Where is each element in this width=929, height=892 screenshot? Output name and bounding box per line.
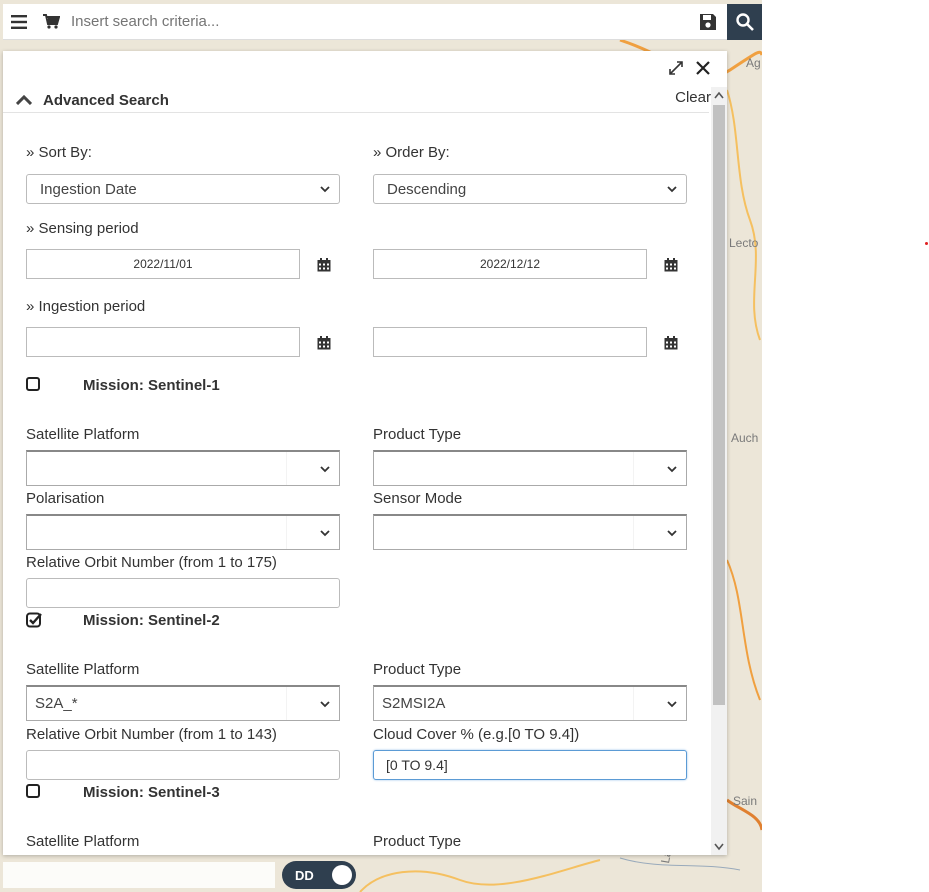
sensing-end-input[interactable]: 2022/12/12 [373, 249, 647, 279]
s1-orbit-label: Relative Orbit Number (from 1 to 175) [26, 554, 277, 571]
s1-platform-select[interactable] [26, 450, 340, 486]
sort-by-select[interactable]: Ingestion Date [26, 174, 340, 204]
dd-toggle-label: DD [295, 867, 314, 883]
s2-product-type-label: Product Type [373, 661, 462, 678]
ingestion-end-input[interactable] [373, 327, 647, 357]
sensing-start-input[interactable]: 2022/11/01 [26, 249, 300, 279]
save-icon[interactable] [689, 4, 727, 40]
chevron-down-icon [667, 530, 677, 537]
s1-sensor-mode-select[interactable] [373, 514, 687, 550]
map-label: Auch [731, 431, 759, 445]
chevron-down-icon [667, 186, 677, 193]
chevron-down-icon [320, 186, 330, 193]
map-marker [925, 242, 928, 245]
s1-orbit-input[interactable] [26, 578, 340, 608]
s1-polarisation-select[interactable] [26, 514, 340, 550]
chevron-down-icon [320, 701, 330, 708]
s1-platform-label: Satellite Platform [26, 426, 140, 443]
panel-scrollbar[interactable] [711, 87, 727, 855]
advanced-search-panel: Advanced Search Clear » Sort By: » Order… [3, 51, 727, 855]
s2-platform-select[interactable]: S2A_* [26, 685, 340, 721]
scroll-thumb[interactable] [713, 105, 725, 705]
coordinate-display [3, 862, 275, 888]
ingestion-start-input[interactable] [26, 327, 300, 357]
s2-orbit-label: Relative Orbit Number (from 1 to 143) [26, 726, 277, 743]
s1-product-type-select[interactable] [373, 450, 687, 486]
mission-sentinel-2-label: Mission: Sentinel-2 [83, 612, 220, 629]
s1-product-type-label: Product Type [373, 426, 462, 443]
mission-sentinel-1-label: Mission: Sentinel-1 [83, 377, 220, 394]
order-by-label: » Order By: [373, 144, 450, 161]
search-bar [3, 3, 727, 40]
map-label: Ag [746, 56, 761, 70]
menu-icon[interactable] [3, 4, 35, 40]
s2-cloud-cover-label: Cloud Cover % (e.g.[0 TO 9.4]) [373, 726, 580, 743]
search-icon [735, 13, 754, 31]
sort-by-label: » Sort By: [26, 144, 92, 161]
right-blank-area [762, 0, 929, 892]
sentinel-1-checkbox[interactable] [26, 377, 40, 391]
scroll-down-arrow-icon[interactable] [711, 839, 727, 855]
search-form: » Sort By: » Order By: Ingestion Date De… [3, 51, 709, 855]
s3-product-type-label: Product Type [373, 833, 462, 850]
ingestion-period-label: » Ingestion period [26, 298, 146, 315]
search-input[interactable] [67, 3, 689, 40]
chevron-down-icon [320, 466, 330, 473]
calendar-icon[interactable] [317, 258, 331, 272]
sensing-period-label: » Sensing period [26, 220, 139, 237]
search-button[interactable] [727, 4, 762, 40]
calendar-icon[interactable] [317, 336, 331, 350]
map-label: Lecto [729, 236, 759, 250]
s1-polarisation-label: Polarisation [26, 490, 105, 507]
s3-platform-label: Satellite Platform [26, 833, 140, 850]
s2-orbit-input[interactable] [26, 750, 340, 780]
scroll-up-arrow-icon[interactable] [711, 87, 727, 103]
dd-format-toggle[interactable]: DD [282, 861, 356, 889]
calendar-icon[interactable] [664, 258, 678, 272]
order-by-select[interactable]: Descending [373, 174, 687, 204]
chevron-down-icon [667, 701, 677, 708]
map-label: Sain [733, 794, 758, 808]
cart-icon[interactable] [35, 4, 67, 40]
chevron-down-icon [667, 466, 677, 473]
s1-sensor-mode-label: Sensor Mode [373, 490, 463, 507]
s2-cloud-cover-input[interactable]: [0 TO 9.4] [373, 750, 687, 780]
s2-product-type-select[interactable]: S2MSI2A [373, 685, 687, 721]
sentinel-3-checkbox[interactable] [26, 784, 40, 798]
sentinel-2-checkbox[interactable] [26, 612, 42, 628]
toggle-knob [332, 865, 352, 885]
s2-platform-label: Satellite Platform [26, 661, 140, 678]
chevron-down-icon [320, 530, 330, 537]
mission-sentinel-3-label: Mission: Sentinel-3 [83, 784, 220, 801]
calendar-icon[interactable] [664, 336, 678, 350]
